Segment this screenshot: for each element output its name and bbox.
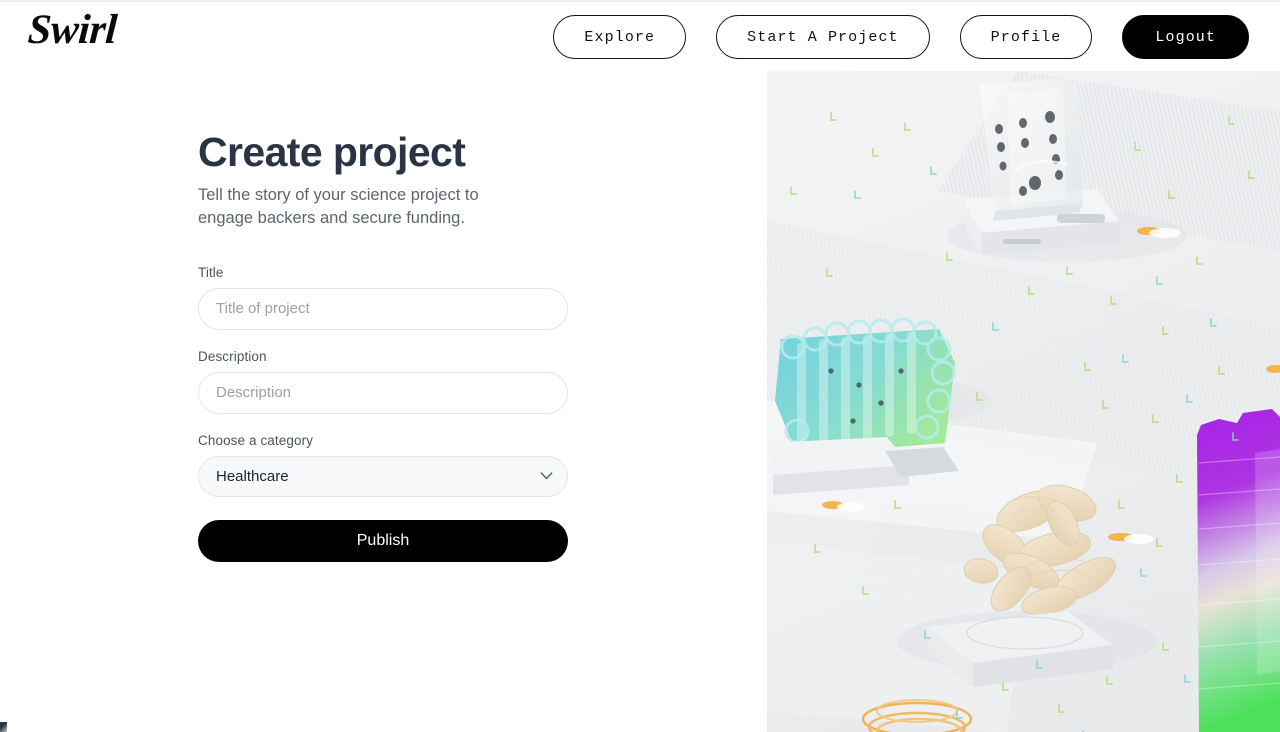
category-select[interactable]: Healthcare <box>198 455 568 497</box>
gradient-tower <box>1197 409 1280 732</box>
description-input[interactable] <box>198 371 568 414</box>
nav-start-a-project-button[interactable]: Start A Project <box>716 15 930 59</box>
nav-logout-button[interactable]: Logout <box>1122 15 1249 59</box>
glass-sculpture <box>979 78 1083 221</box>
create-project-form: Create project Tell the story of your sc… <box>198 129 568 562</box>
site-logo[interactable]: Swirl <box>26 7 118 53</box>
title-input[interactable] <box>198 287 568 330</box>
page-title: Create project <box>198 129 466 175</box>
category-select-wrapper: Healthcare <box>198 455 568 497</box>
field-description: Description <box>198 349 568 414</box>
publish-button[interactable]: Publish <box>198 519 568 562</box>
window-top-edge <box>0 0 1280 2</box>
window-corner-artifact <box>0 722 7 732</box>
hero-illustration <box>767 71 1280 732</box>
field-title: Title <box>198 265 568 330</box>
description-label: Description <box>198 348 267 364</box>
cyan-sculpture <box>767 317 959 495</box>
main-navigation: Explore Start A Project Profile Logout <box>553 15 1249 59</box>
site-header: Swirl Explore Start A Project Profile Lo… <box>0 3 1280 71</box>
nav-explore-button[interactable]: Explore <box>553 15 687 59</box>
title-label: Title <box>198 264 224 280</box>
category-label: Choose a category <box>198 432 314 448</box>
field-category: Choose a category Healthcare <box>198 433 568 497</box>
nav-profile-button[interactable]: Profile <box>959 15 1093 59</box>
page-subtitle: Tell the story of your science project t… <box>198 185 479 228</box>
hero-image <box>767 71 1280 732</box>
